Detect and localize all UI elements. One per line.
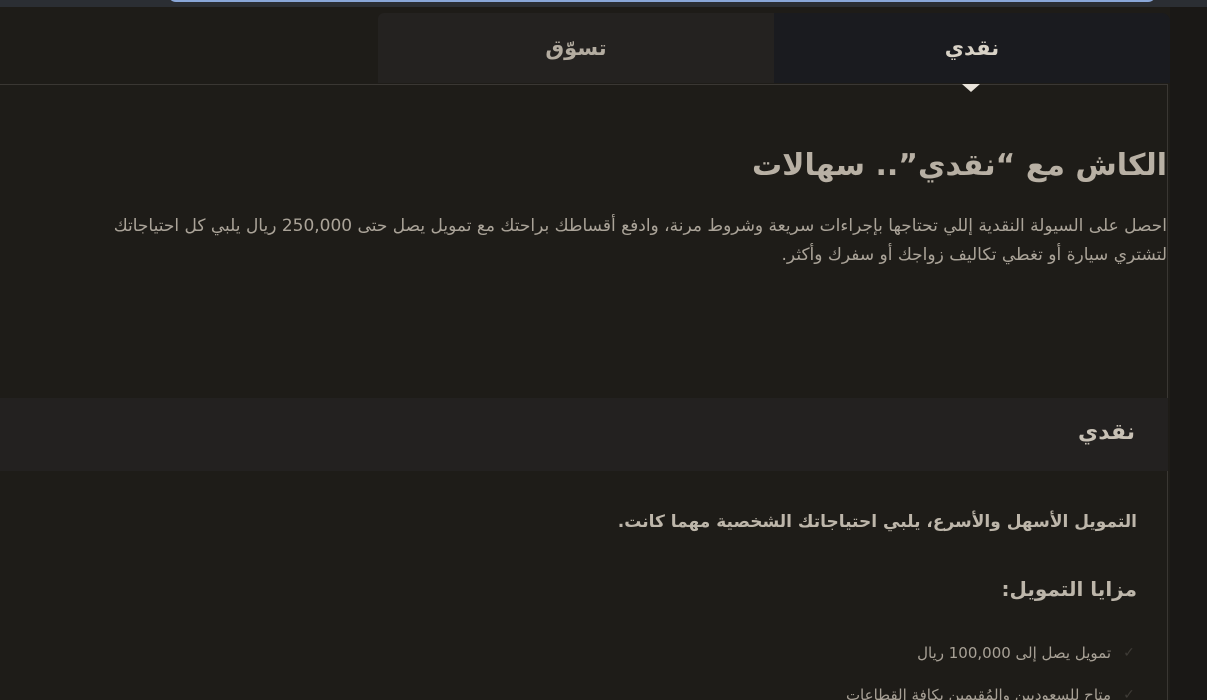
hero-description: احصل على السيولة النقدية إللي تحتاجها بإ…	[0, 212, 1167, 270]
benefit-text: متاح للسعوديين والمُقيمين بكافة القطاعات	[845, 686, 1111, 700]
hero-description-line-2: لتشتري سيارة أو تغطي تكاليف زواجك أو سفر…	[781, 245, 1167, 265]
page: نقدي تسوّق الكاش مع “نقدي”.. سهالات احصل…	[0, 0, 1207, 700]
tab-shopping[interactable]: تسوّق	[378, 13, 774, 83]
section-header-bar[interactable]	[0, 398, 1168, 471]
hero-title: الكاش مع “نقدي”.. سهالات	[751, 148, 1167, 183]
browser-toolbar-strip	[0, 0, 1207, 7]
tab-bar: نقدي تسوّق	[378, 13, 1170, 83]
check-icon: ✓	[1123, 645, 1135, 661]
tab-naqdi[interactable]: نقدي	[774, 13, 1170, 83]
benefit-item: ✓ متاح للسعوديين والمُقيمين بكافة القطاع…	[846, 674, 1137, 700]
benefits-list: ✓ تمويل يصل إلى 100,000 ريال ✓ متاح للسع…	[846, 632, 1137, 700]
section-lead: التمويل الأسهل والأسرع، يلبي احتياجاتك ا…	[617, 512, 1137, 532]
section-title: نقدي	[1078, 420, 1135, 445]
benefit-item: ✓ تمويل يصل إلى 100,000 ريال	[846, 632, 1137, 674]
benefit-text: تمويل يصل إلى 100,000 ريال	[917, 644, 1111, 662]
caret-down-icon	[962, 84, 980, 92]
scroll-gutter	[1170, 7, 1207, 700]
benefits-title: مزايا التمويل:	[1001, 577, 1138, 601]
address-bar[interactable]	[168, 0, 1156, 2]
check-icon: ✓	[1123, 687, 1135, 700]
hero-description-line-1: احصل على السيولة النقدية إللي تحتاجها بإ…	[113, 216, 1167, 236]
